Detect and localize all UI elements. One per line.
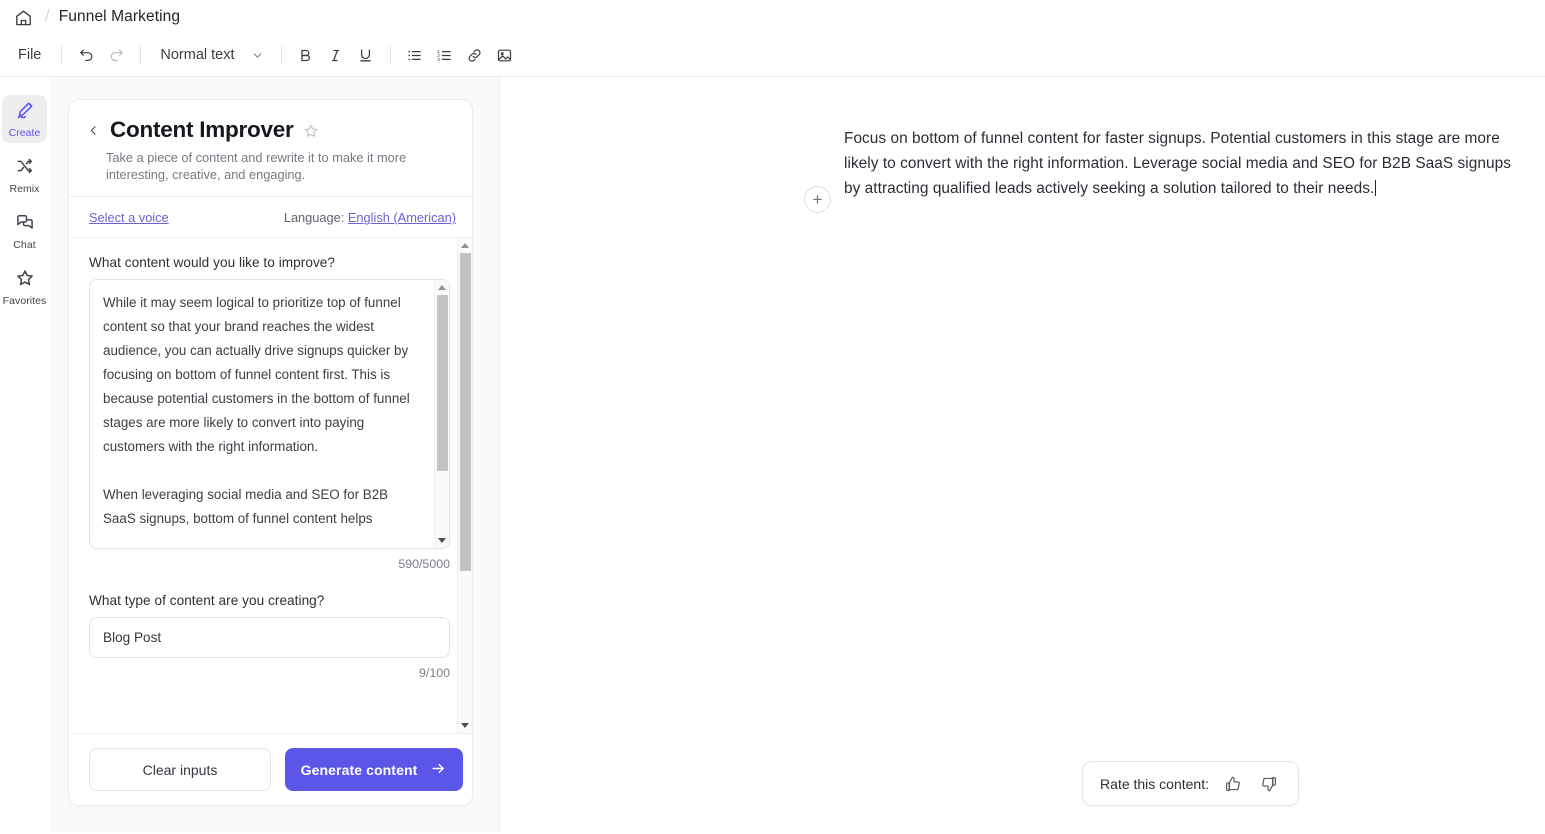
star-icon [15,268,35,293]
italic-icon[interactable] [321,40,351,70]
bold-icon[interactable] [291,40,321,70]
link-icon[interactable] [460,40,490,70]
sidebar-item-remix[interactable]: Remix [2,151,47,199]
scroll-thumb[interactable] [460,253,471,571]
redo-icon[interactable] [101,40,131,70]
file-menu-button[interactable]: File [9,40,50,70]
chevron-down-icon [251,49,268,62]
toolbar-divider [140,45,141,65]
textarea-scrollbar[interactable] [434,280,449,548]
field-label-type: What type of content are you creating? [89,593,450,608]
chat-bubbles-icon [15,212,35,237]
text-style-dropdown[interactable]: Normal text [150,40,271,70]
undo-icon[interactable] [71,40,101,70]
image-icon[interactable] [490,40,520,70]
bullet-list-icon[interactable] [400,40,430,70]
breadcrumb: / Funnel Marketing [0,0,1545,34]
scroll-track[interactable] [458,253,473,718]
card-scrollbar[interactable] [457,238,472,733]
svg-text:3: 3 [437,57,440,63]
editor-toolbar: File Normal text [0,34,1545,77]
card-form-body: What content would you like to improve? … [69,237,472,733]
content-type-counter: 9/100 [89,666,450,680]
card-title: Content Improver [110,117,294,143]
main-split: Create Remix [0,77,1545,833]
thumbs-up-icon[interactable] [1221,772,1245,796]
document-block: Focus on bottom of funnel content for fa… [844,127,1520,202]
content-type-input[interactable]: Blog Post [89,617,450,658]
language-selector: Language: English (American) [284,210,456,225]
content-textarea[interactable]: While it may seem logical to prioritize … [90,280,449,548]
sidebar-item-create[interactable]: Create [2,95,47,143]
sidebar-item-chat[interactable]: Chat [2,207,47,255]
toolbar-divider [281,45,282,65]
tool-panel: Content Improver Take a piece of content… [49,77,500,833]
document-paragraph[interactable]: Focus on bottom of funnel content for fa… [844,130,1511,197]
clear-inputs-button[interactable]: Clear inputs [89,748,271,791]
document-editor: + Focus on bottom of funnel content for … [500,77,1545,833]
scroll-down-arrow-icon[interactable] [458,718,473,733]
toolbar-divider [390,45,391,65]
thumbs-down-icon[interactable] [1257,772,1281,796]
generate-content-label: Generate content [301,762,418,778]
language-label: Language: [284,210,345,225]
star-outline-icon[interactable] [303,121,319,139]
toolbar-divider [61,45,62,65]
scroll-up-arrow-icon[interactable] [435,280,450,295]
shuffle-icon [15,156,35,181]
scroll-track[interactable] [435,295,450,533]
page-title: Funnel Marketing [59,8,180,26]
arrow-right-icon [430,760,447,780]
sidebar-item-favorites[interactable]: Favorites [2,263,47,311]
chevron-left-icon[interactable] [85,117,104,137]
card-actions: Clear inputs Generate content [69,733,472,805]
text-style-value: Normal text [160,47,234,63]
card-header: Content Improver Take a piece of content… [69,100,472,196]
field-label-content: What content would you like to improve? [89,255,450,270]
sidebar-item-label: Create [9,128,41,139]
voice-language-row: Select a voice Language: English (Americ… [69,196,472,237]
generate-content-button[interactable]: Generate content [285,748,463,791]
sidebar-item-label: Favorites [3,296,47,307]
language-value-link[interactable]: English (American) [348,210,456,225]
content-textarea-wrapper: While it may seem logical to prioritize … [89,279,450,549]
content-improver-card: Content Improver Take a piece of content… [68,99,473,806]
sidebar-item-label: Remix [9,184,39,195]
scroll-thumb[interactable] [437,295,448,471]
text-caret [1375,180,1376,196]
card-description: Take a piece of content and rewrite it t… [106,149,452,183]
app-root: / Funnel Marketing File Normal text [0,0,1545,834]
breadcrumb-separator: / [40,6,57,28]
sidebar-item-label: Chat [13,240,35,251]
scroll-down-arrow-icon[interactable] [435,533,450,548]
underline-icon[interactable] [351,40,381,70]
plus-icon[interactable]: + [804,186,831,213]
left-nav-rail: Create Remix [0,77,49,833]
scroll-up-arrow-icon[interactable] [458,238,473,253]
numbered-list-icon[interactable]: 1 2 3 [430,40,460,70]
select-voice-link[interactable]: Select a voice [89,210,169,225]
home-icon[interactable] [8,2,38,32]
rate-label: Rate this content: [1100,776,1209,792]
content-counter: 590/5000 [89,557,450,571]
pen-icon [15,100,35,125]
rate-content-widget: Rate this content: [1082,761,1299,806]
